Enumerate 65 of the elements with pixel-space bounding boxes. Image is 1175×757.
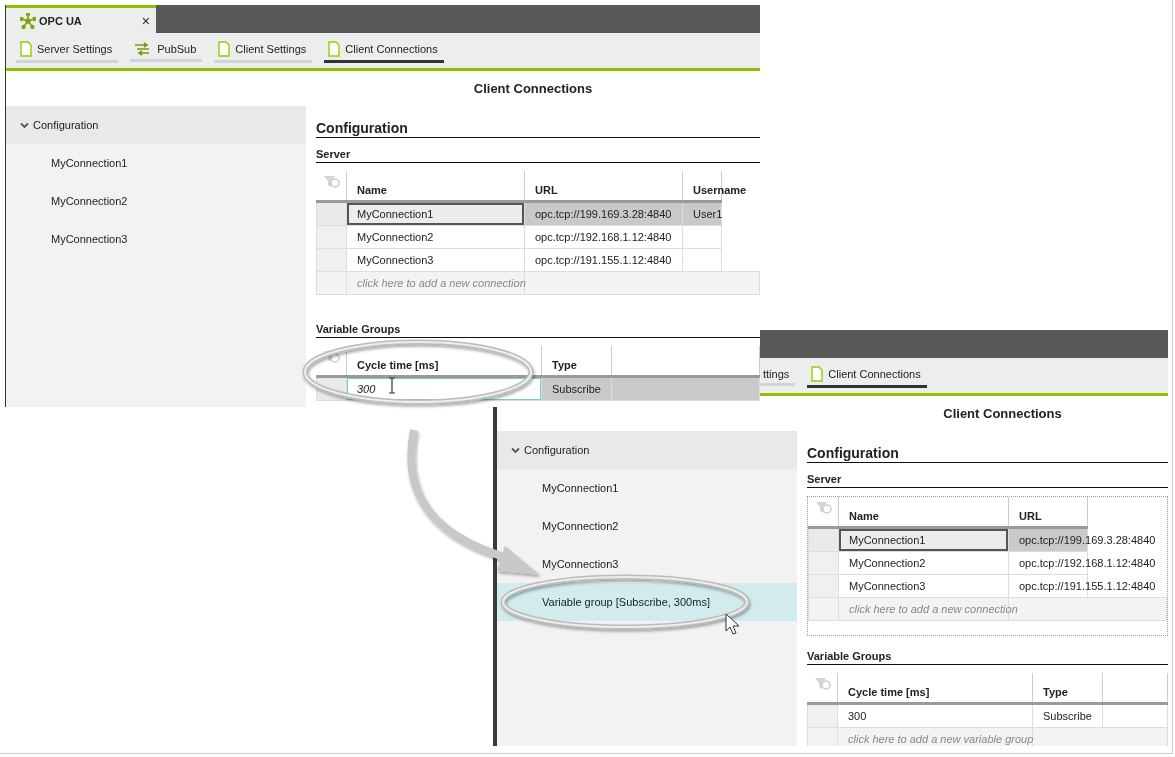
column-header[interactable]: Username bbox=[693, 184, 747, 196]
table-cell: 300 bbox=[357, 383, 376, 395]
close-button[interactable]: × bbox=[139, 12, 152, 29]
table-cell: opc.tcp://191.155.1.12:4840 bbox=[535, 254, 672, 266]
column-header[interactable]: Cycle time [ms] bbox=[848, 686, 930, 698]
table-cell: MyConnection2 bbox=[849, 557, 926, 569]
column-header[interactable]: URL bbox=[1019, 510, 1042, 522]
table-cell: MyConnection3 bbox=[357, 254, 434, 266]
tree-item[interactable]: MyConnection3 bbox=[6, 220, 306, 258]
tree-item[interactable]: MyConnection2 bbox=[497, 507, 797, 545]
table-cell: User1 bbox=[693, 208, 723, 220]
table-cell: opc.tcp://191.155.1.12:4840 bbox=[1019, 580, 1156, 592]
table-cell: MyConnection3 bbox=[849, 580, 926, 592]
table-cell: 300 bbox=[848, 710, 867, 722]
chevron-icon bbox=[20, 121, 29, 129]
tree-item[interactable]: MyConnection1 bbox=[6, 144, 306, 182]
toolbar-tab[interactable]: PubSub bbox=[130, 39, 203, 62]
app-tab[interactable]: OPC UA × bbox=[6, 5, 156, 33]
table-cell: MyConnection1 bbox=[849, 534, 926, 546]
document-icon bbox=[811, 365, 824, 382]
tree-node[interactable]: Configuration bbox=[497, 431, 797, 469]
tree-item[interactable]: MyConnection1 bbox=[497, 469, 797, 507]
mouse-pointer-icon bbox=[725, 613, 740, 635]
document-icon bbox=[328, 40, 341, 57]
section-heading: Configuration bbox=[316, 120, 408, 136]
table-cell: opc.tcp://199.169.3.28:4840 bbox=[535, 208, 672, 220]
tree-item[interactable]: MyConnection2 bbox=[6, 182, 306, 220]
subsection-heading: Variable Groups bbox=[807, 650, 892, 662]
tree-node[interactable]: Configuration bbox=[6, 106, 306, 144]
document-icon bbox=[218, 40, 231, 57]
tree-item[interactable]: Variable group [Subscribe, 300ms] bbox=[497, 583, 797, 621]
filter-icon[interactable] bbox=[322, 350, 341, 364]
toolbar-tab[interactable]: Client Connections bbox=[807, 363, 927, 388]
toolbar-tab[interactable]: Client Settings bbox=[214, 38, 313, 63]
filter-icon[interactable] bbox=[322, 175, 341, 189]
column-header[interactable]: Type bbox=[1043, 686, 1068, 698]
tree-item[interactable]: MyConnection3 bbox=[497, 545, 797, 583]
table-cell: Subscribe bbox=[552, 383, 601, 395]
page-title: Client Connections bbox=[473, 81, 593, 96]
table-cell: opc.tcp://199.169.3.28:4840 bbox=[1019, 534, 1156, 546]
subsection-heading: Server bbox=[807, 473, 842, 485]
column-header[interactable]: Name bbox=[357, 184, 387, 196]
column-header[interactable]: URL bbox=[535, 184, 558, 196]
toolbar-tab[interactable]: ttings bbox=[759, 365, 796, 386]
subsection-heading: Variable Groups bbox=[316, 323, 401, 335]
table-cell: MyConnection1 bbox=[357, 208, 434, 220]
table-cell: MyConnection2 bbox=[357, 231, 434, 243]
text-cursor-icon bbox=[388, 377, 396, 394]
tab-title: OPC UA bbox=[39, 14, 83, 27]
column-header[interactable]: Name bbox=[849, 510, 879, 522]
table-cell: Subscribe bbox=[1043, 710, 1092, 722]
column-header[interactable]: Type bbox=[552, 359, 577, 371]
table-cell: opc.tcp://192.168.1.12:4840 bbox=[535, 231, 672, 243]
table-cell: opc.tcp://192.168.1.12:4840 bbox=[1019, 557, 1156, 569]
filter-icon[interactable] bbox=[813, 677, 832, 691]
subsection-heading: Server bbox=[316, 148, 351, 160]
chevron-icon bbox=[511, 446, 520, 454]
network-icon bbox=[20, 12, 36, 29]
section-heading: Configuration bbox=[807, 445, 899, 461]
filter-icon[interactable] bbox=[814, 501, 833, 515]
page-title: Client Connections bbox=[943, 406, 1062, 421]
toolbar-tab[interactable]: Server Settings bbox=[16, 38, 119, 63]
column-header[interactable]: Cycle time [ms] bbox=[357, 359, 439, 371]
toolbar-tab[interactable]: Client Connections bbox=[324, 38, 444, 63]
document-icon bbox=[20, 40, 32, 57]
